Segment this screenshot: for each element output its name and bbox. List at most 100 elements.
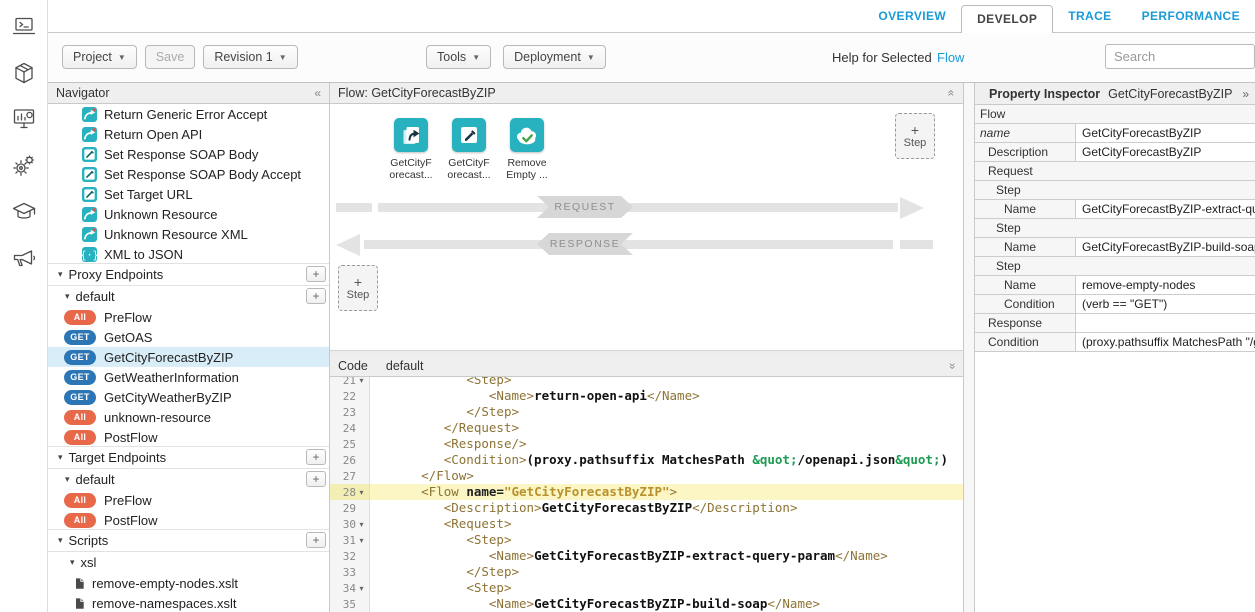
navigator-header: Navigator « [48,83,329,104]
code-line-text: <Request> [370,516,511,532]
add-button[interactable]: + [306,288,326,304]
add-step-button[interactable]: + Step [895,113,935,159]
add-step-button[interactable]: + Step [338,265,378,311]
tab-performance[interactable]: PERFORMANCE [1127,0,1255,33]
expand-panel-icon[interactable]: » [1242,87,1249,101]
nav-group-header[interactable]: ▾default+ [48,469,329,490]
save-button[interactable]: Save [145,45,196,69]
response-arrow-icon [336,234,360,256]
nav-policy-item[interactable]: Return Generic Error Accept [48,104,329,124]
nav-policy-item[interactable]: Set Target URL [48,184,329,204]
flow-step[interactable]: Remove Empty ... [504,118,550,181]
nav-item-label: default [76,289,115,304]
nav-section-header[interactable]: ▾Scripts+ [48,529,329,552]
nav-policy-item[interactable]: Unknown Resource XML [48,224,329,244]
flow-step[interactable]: GetCityF orecast... [446,118,492,181]
nav-flow-item[interactable]: GETGetCityForecastByZIP [48,347,329,367]
code-gutter: 32 [330,548,370,564]
fold-icon[interactable]: ▾ [356,536,367,545]
graduation-cap-button[interactable] [11,198,37,224]
add-button[interactable]: + [306,532,326,548]
nav-flow-item[interactable]: GETGetCityWeatherByZIP [48,387,329,407]
tools-menu-button[interactable]: Tools ▼ [426,45,491,69]
tab-trace[interactable]: TRACE [1053,0,1126,33]
flow-step[interactable]: GetCityF orecast... [388,118,434,181]
nav-flow-item[interactable]: GET GetOAS [48,327,329,347]
collapse-panel-icon[interactable]: « [314,86,321,100]
add-button[interactable]: + [306,471,326,487]
tab-overview[interactable]: OVERVIEW [863,0,961,33]
inspector-row-label: Condition [975,295,1075,313]
vertical-splitter[interactable] [963,83,975,612]
triangle-down-icon: ▾ [58,452,63,463]
nav-item-label: PostFlow [104,430,157,445]
policy-pencil-icon [82,147,97,162]
nav-policy-item[interactable]: Unknown Resource [48,204,329,224]
nav-policy-item[interactable]: Return Open API [48,124,329,144]
search-input[interactable] [1105,44,1255,69]
laptop-terminal-button[interactable] [11,14,37,40]
project-menu-button[interactable]: Project ▼ [62,45,137,69]
nav-group-header[interactable]: ▾default+ [48,286,329,307]
add-button[interactable]: + [306,449,326,465]
inspector-row-value[interactable]: remove-empty-nodes [1075,276,1255,294]
tab-develop[interactable]: DEVELOP [961,5,1053,34]
collapse-up-icon[interactable]: « [945,90,959,97]
nav-item-label: Set Response SOAP Body Accept [104,167,301,182]
nav-section-header[interactable]: ▾Proxy Endpoints+ [48,263,329,286]
megaphone-icon [11,244,37,270]
monitor-chart-button[interactable] [11,106,37,132]
inspector-row-label: Name [975,200,1075,218]
nav-policy-item[interactable]: {·}XML to JSON [48,244,329,264]
nav-file-item[interactable]: remove-namespaces.xslt [48,593,329,612]
verb-badge: GET [64,330,96,345]
nav-group-header[interactable]: ▾xsl [48,552,329,573]
nav-item-label: Proxy Endpoints [69,267,164,282]
nav-item-label: PostFlow [104,513,157,528]
policy-flow-arrow-icon [82,107,97,122]
flow-step-box[interactable] [510,118,544,152]
fold-icon[interactable]: ▾ [356,488,367,497]
nav-item-label: GetOAS [104,330,152,345]
inspector-row-value[interactable]: GetCityForecastByZIP [1075,124,1255,142]
nav-policy-item[interactable]: Set Response SOAP Body Accept [48,164,329,184]
fold-icon[interactable]: ▾ [356,520,367,529]
inspector-row-value[interactable]: GetCityForecastByZIP [1075,143,1255,161]
add-button[interactable]: + [306,266,326,282]
navigator-title: Navigator [56,86,110,100]
inspector-row-value[interactable]: GetCityForecastByZIP-extract-query-param [1075,200,1255,218]
code-panel[interactable]: 21▾ <Step>22 <Name>return-open-api</Name… [330,355,963,612]
revision-menu-button[interactable]: Revision 1 ▼ [203,45,297,69]
nav-flow-item[interactable]: GETGetWeatherInformation [48,367,329,387]
package-box-icon [11,60,37,86]
code-gutter: 28▾ [330,484,370,500]
deployment-menu-button[interactable]: Deployment ▼ [503,45,606,69]
inspector-row-value[interactable] [1075,314,1255,332]
nav-policy-item[interactable]: Set Response SOAP Body [48,144,329,164]
nav-flow-item[interactable]: Allunknown-resource [48,407,329,427]
code-line-text: <Description>GetCityForecastByZIP</Descr… [370,500,797,516]
nav-item-label: xsl [81,555,97,570]
package-box-button[interactable] [11,60,37,86]
nav-flow-item[interactable]: AllPreFlow [48,307,329,327]
flow-step-box[interactable] [394,118,428,152]
inspector-row-value[interactable]: (proxy.pathsuffix MatchesPath "/g [1075,333,1255,351]
nav-flow-item[interactable]: AllPostFlow [48,510,329,530]
code-gutter: 25 [330,436,370,452]
nav-flow-item[interactable]: AllPreFlow [48,490,329,510]
code-line-30: 30▾ <Request> [330,516,963,532]
nav-flow-item[interactable]: AllPostFlow [48,427,329,447]
help-flow-link[interactable]: Flow [937,50,964,65]
inspector-row-value[interactable]: (verb == "GET") [1075,295,1255,313]
inspector-row-response: Response [975,314,1255,333]
inspector-row-value[interactable]: GetCityForecastByZIP-build-soap [1075,238,1255,256]
gears-button[interactable] [11,152,37,178]
flow-step-box[interactable] [452,118,486,152]
fold-icon[interactable]: ▾ [356,584,367,593]
nav-section-header[interactable]: ▾ Target Endpoints + [48,446,329,469]
nav-file-item[interactable]: remove-empty-nodes.xslt [48,573,329,593]
inspector-rows: FlownameGetCityForecastByZIPDescriptionG… [975,105,1255,352]
megaphone-button[interactable] [11,244,37,270]
collapse-down-icon[interactable]: « [945,362,959,369]
nav-item-label: Target Endpoints [69,450,167,465]
